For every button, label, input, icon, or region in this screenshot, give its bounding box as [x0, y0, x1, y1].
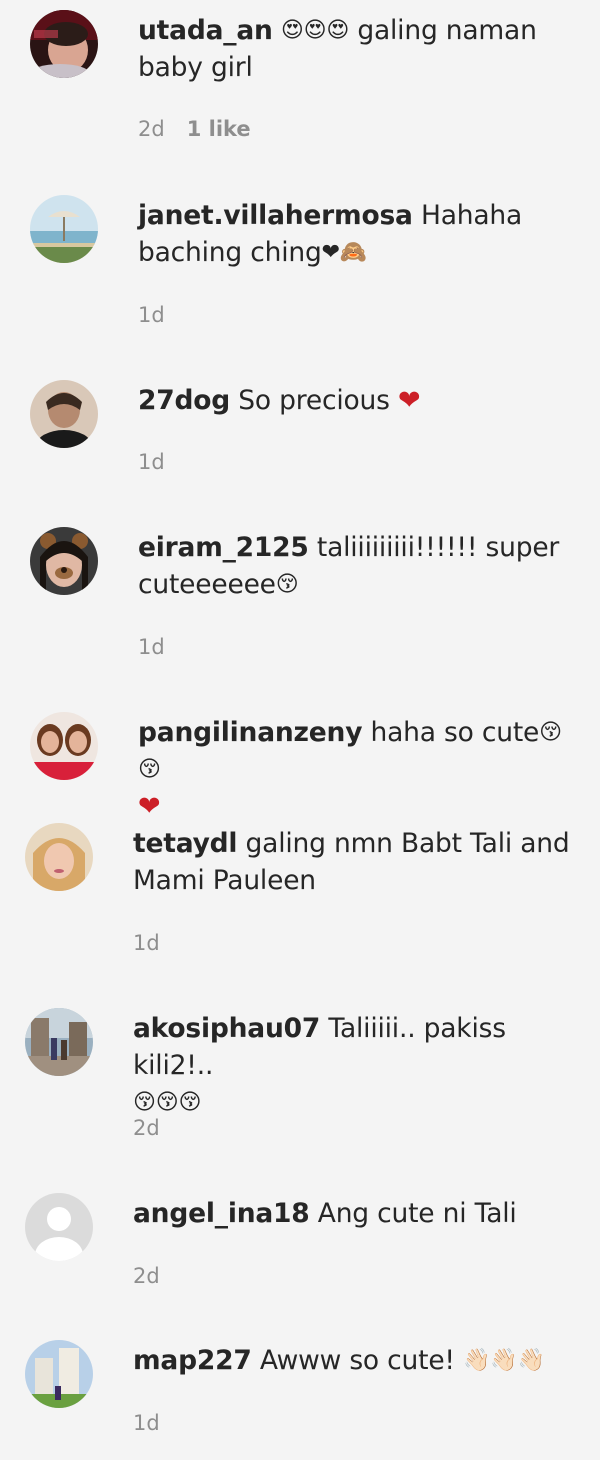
comment-text: angel_ina18 Ang cute ni Tali — [133, 1195, 573, 1232]
comment-text: tetaydl galing nmn Babt Tali and Mami Pa… — [133, 825, 573, 899]
kissing-emoji: 😚 — [275, 572, 299, 597]
avatar[interactable] — [30, 527, 98, 595]
comment-body: haha so cute — [370, 717, 540, 748]
comment-text: utada_an 😍😍😍 galing naman baby girl — [138, 12, 578, 86]
heart-monkey-emoji: ❤🙈 — [321, 240, 368, 265]
username[interactable]: janet.villahermosa — [138, 200, 413, 231]
comment-meta: 2d — [133, 1262, 160, 1290]
heart-emoji: ❤ — [138, 791, 161, 822]
timestamp: 1d — [138, 450, 165, 474]
username[interactable]: 27dog — [138, 385, 230, 416]
avatar[interactable] — [25, 1008, 93, 1076]
timestamp: 2d — [133, 1264, 160, 1288]
avatar[interactable] — [30, 380, 98, 448]
comment-text: pangilinanzeny haha so cute😚😚 ❤ — [138, 714, 578, 825]
timestamp: 2d — [138, 117, 165, 141]
comment-text: 27dog So precious ❤ — [138, 382, 578, 419]
comment-body: So precious — [238, 385, 390, 416]
avatar[interactable] — [25, 1340, 93, 1408]
username[interactable]: tetaydl — [133, 828, 238, 859]
timestamp: 1d — [133, 931, 160, 955]
timestamp: 1d — [138, 635, 165, 659]
comment-body: Ang cute ni Tali — [317, 1198, 517, 1229]
comment-body: Awww so cute! — [259, 1345, 455, 1376]
avatar[interactable] — [30, 195, 98, 263]
kissing-emoji: 😚😚😚 — [133, 1090, 202, 1115]
heart-emoji: ❤ — [397, 385, 421, 416]
heart-eyes-emoji: 😍😍😍 — [280, 18, 350, 43]
username[interactable]: akosiphau07 — [133, 1013, 320, 1044]
comment-text: map227 Awww so cute! 👋🏻👋🏻👋🏻 — [133, 1342, 573, 1379]
comment-meta: 1d — [133, 1409, 160, 1437]
comment-meta: 2d 1 like — [138, 115, 251, 143]
comment-text: akosiphau07 Taliiiii.. pakiss kili2!.. 😚… — [133, 1010, 573, 1121]
waving-hand-emoji: 👋🏻👋🏻👋🏻 — [463, 1348, 545, 1373]
comment-meta: 1d — [138, 448, 165, 476]
comment-text: eiram_2125 taliiiiiiiii!!!!!! super cute… — [138, 529, 578, 603]
comment-meta: 1d — [133, 929, 160, 957]
likes-count[interactable]: 1 like — [187, 117, 251, 141]
username[interactable]: eiram_2125 — [138, 532, 309, 563]
avatar[interactable] — [25, 1193, 93, 1261]
comment-meta: 1d — [138, 633, 165, 661]
timestamp: 1d — [138, 303, 165, 327]
avatar[interactable] — [25, 823, 93, 891]
username[interactable]: utada_an — [138, 15, 273, 46]
username[interactable]: map227 — [133, 1345, 252, 1376]
avatar[interactable] — [30, 712, 98, 780]
username[interactable]: pangilinanzeny — [138, 717, 362, 748]
timestamp: 2d — [133, 1116, 160, 1140]
timestamp: 1d — [133, 1411, 160, 1435]
comment-meta: 2d — [133, 1114, 160, 1142]
avatar[interactable] — [30, 10, 98, 78]
comment-meta: 1d — [138, 301, 165, 329]
username[interactable]: angel_ina18 — [133, 1198, 310, 1229]
comment-text: janet.villahermosa Hahaha baching ching❤… — [138, 197, 578, 271]
